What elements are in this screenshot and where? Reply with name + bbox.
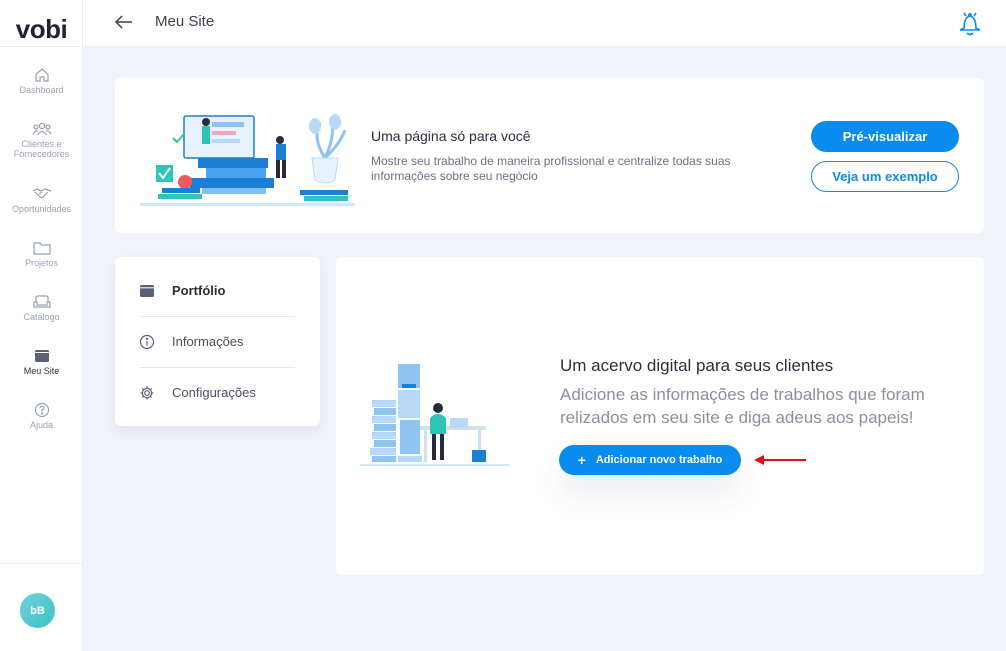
hero-title: Uma página só para você <box>371 128 531 144</box>
handshake-icon <box>32 188 51 199</box>
add-work-label: Adicionar novo trabalho <box>595 454 723 466</box>
page-title: Meu Site <box>155 13 215 30</box>
folder-icon <box>32 242 51 255</box>
sidebar-item-label: Meu Site <box>23 366 60 376</box>
hero-card: Uma página só para você Mostre seu traba… <box>115 78 984 233</box>
sidebar-item-label: Catálogo <box>23 312 60 322</box>
empty-state-description: Adicione as informações de trabalhos que… <box>560 385 925 427</box>
browser-icon <box>140 284 154 297</box>
hero-description: Mostre seu trabalho de maneira profissio… <box>371 154 731 183</box>
pointer-arrow-icon <box>754 455 806 465</box>
paperwork-illustration <box>360 364 510 466</box>
sidebar: vobi Dashboard Clientes e Fornecedores O… <box>0 0 83 651</box>
sidebar-divider <box>0 563 83 564</box>
avatar[interactable]: bB <box>20 593 55 628</box>
empty-state-title: Um acervo digital para seus clientes <box>560 356 834 375</box>
bell-icon[interactable] <box>954 9 986 37</box>
sidebar-divider <box>0 46 83 47</box>
sidebar-item-ajuda[interactable]: Ajuda <box>0 402 83 430</box>
sidebar-item-catalogo[interactable]: Catálogo <box>0 294 83 322</box>
vobi-logo[interactable]: vobi <box>0 14 83 45</box>
menu-item-configuracoes[interactable]: Configurações <box>139 367 295 418</box>
sidebar-item-oportunidades[interactable]: Oportunidades <box>0 186 83 214</box>
gear-icon <box>140 386 154 399</box>
menu-item-label: Portfólio <box>172 283 226 298</box>
users-icon <box>31 122 52 136</box>
home-icon <box>34 68 49 82</box>
arrow-left-icon[interactable] <box>113 11 135 33</box>
browser-icon <box>34 350 49 362</box>
sidebar-item-label: Dashboard <box>19 85 64 95</box>
sidebar-item-dashboard[interactable]: Dashboard <box>0 67 83 95</box>
sidebar-item-label: Oportunidades <box>11 204 72 214</box>
menu-item-portfolio[interactable]: Portfólio <box>139 265 295 316</box>
menu-item-label: Configurações <box>172 385 256 400</box>
sidebar-item-meu-site[interactable]: Meu Site <box>0 348 83 376</box>
menu-item-label: Informações <box>172 334 244 349</box>
help-icon <box>34 402 49 418</box>
sofa-icon <box>32 295 51 308</box>
sidebar-item-label: Clientes e Fornecedores <box>13 139 70 159</box>
sidebar-item-clientes[interactable]: Clientes e Fornecedores <box>0 121 83 159</box>
menu-item-informacoes[interactable]: Informações <box>139 316 295 367</box>
portfolio-empty-state: Um acervo digital para seus clientes Adi… <box>336 257 984 575</box>
add-work-button[interactable]: + Adicionar novo trabalho <box>559 445 741 475</box>
top-bar: Meu Site <box>83 0 1006 46</box>
plus-icon: + <box>577 452 586 468</box>
preview-button[interactable]: Pré-visualizar <box>811 121 959 152</box>
sidebar-item-projetos[interactable]: Projetos <box>0 240 83 268</box>
website-illustration <box>140 114 355 206</box>
sidebar-item-label: Projetos <box>24 258 59 268</box>
info-icon <box>139 334 155 349</box>
site-menu: Portfólio Informações Configurações <box>115 257 320 426</box>
sidebar-item-label: Ajuda <box>29 420 54 430</box>
example-button[interactable]: Veja um exemplo <box>811 161 959 192</box>
